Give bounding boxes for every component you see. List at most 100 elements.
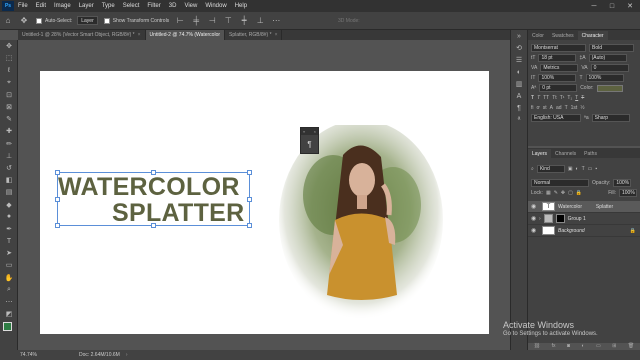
menu-3d[interactable]: 3D [165, 3, 181, 9]
lock-move-icon[interactable]: ✥ [561, 190, 565, 196]
mask-icon[interactable]: ◙ [567, 343, 570, 350]
collapse-icon[interactable]: « [303, 129, 305, 134]
transform-handle[interactable] [151, 170, 156, 175]
opentype-stylistic[interactable]: ad [556, 105, 562, 111]
lock-paint-icon[interactable]: ✎ [554, 190, 558, 196]
default-colors-icon[interactable]: ◩ [0, 308, 18, 320]
tab-untitled-2[interactable]: Untitled-2 @ 74.7% (Watercolor [145, 30, 226, 40]
new-layer-icon[interactable]: ⊞ [612, 343, 616, 350]
zoom-tool-icon[interactable]: ⌕ [0, 284, 18, 296]
layer-row[interactable]: ◉ › Group 1 [528, 213, 640, 225]
menu-edit[interactable]: Edit [32, 3, 50, 9]
marquee-tool-icon[interactable]: ⬚ [0, 52, 18, 64]
tab-channels[interactable]: Channels [551, 149, 580, 158]
align-middle-icon[interactable]: ┿ [239, 16, 249, 26]
eye-icon[interactable]: ◉ [531, 227, 539, 234]
lasso-tool-icon[interactable]: ℓ [0, 64, 18, 76]
paragraph-icon[interactable]: ¶ [301, 135, 318, 153]
transform-bounding-box[interactable] [55, 170, 252, 228]
frame-tool-icon[interactable]: ⊠ [0, 101, 18, 113]
foreground-color[interactable] [3, 322, 12, 332]
filter-type-icon[interactable]: T [582, 166, 585, 172]
transform-handle[interactable] [247, 197, 252, 202]
crop-tool-icon[interactable]: ⊡ [0, 89, 18, 101]
align-center-icon[interactable]: ╪ [191, 16, 201, 26]
horizontal-scale-field[interactable]: 100% [585, 74, 624, 82]
opentype-alternates[interactable]: ơ [537, 105, 540, 111]
eye-icon[interactable]: ◉ [531, 215, 539, 222]
menu-file[interactable]: File [14, 3, 32, 9]
transform-handle[interactable] [55, 223, 60, 228]
type-style-faux-italic[interactable]: T [537, 95, 540, 101]
opentype-fractions[interactable]: ½ [580, 105, 584, 111]
auto-select-checkbox[interactable] [36, 17, 42, 24]
vertical-scale-field[interactable]: 100% [538, 74, 577, 82]
align-top-icon[interactable]: ⊤ [223, 16, 233, 26]
blur-tool-icon[interactable]: ◆ [0, 198, 18, 210]
eye-icon[interactable]: ◉ [531, 203, 539, 210]
opentype-titling[interactable]: T [565, 105, 568, 111]
type-tool-icon[interactable]: T [0, 235, 18, 247]
move-tool-icon[interactable]: ✥ [19, 16, 29, 26]
menu-type[interactable]: Type [98, 3, 119, 9]
language-select[interactable]: English: USA [531, 114, 581, 122]
transform-handle[interactable] [55, 170, 60, 175]
menu-window[interactable]: Window [201, 3, 230, 9]
filter-shape-icon[interactable]: ▭ [588, 166, 593, 172]
link-icon[interactable]: ⛓ [534, 343, 540, 350]
history-icon[interactable]: ⟲ [511, 42, 527, 54]
kerning-field[interactable]: Metrics [540, 64, 579, 72]
layer-row[interactable]: ◉ T Watercolor Splatter [528, 201, 640, 213]
doc-size[interactable]: Doc: 2.64M/10.6M [79, 352, 120, 358]
opentype-swash[interactable]: A [550, 105, 553, 111]
font-style-select[interactable]: Bold [589, 44, 634, 52]
transform-handle[interactable] [247, 223, 252, 228]
glyphs-icon[interactable]: ª [511, 114, 527, 126]
layer-filter-select[interactable]: Kind [536, 165, 565, 173]
font-size-field[interactable]: 18 pt [538, 54, 577, 62]
properties-icon[interactable]: ☰ [511, 54, 527, 66]
menu-filter[interactable]: Filter [143, 3, 164, 9]
brush-tool-icon[interactable]: ✏ [0, 138, 18, 150]
close-window-button[interactable]: ✕ [622, 0, 638, 12]
healing-brush-icon[interactable]: ✚ [0, 125, 18, 137]
opentype-ordinals[interactable]: 1st [571, 105, 578, 111]
anti-alias-select[interactable]: Sharp [591, 114, 630, 122]
status-expand-icon[interactable]: › [126, 352, 128, 358]
menu-help[interactable]: Help [231, 3, 251, 9]
transform-handle[interactable] [247, 170, 252, 175]
eyedropper-icon[interactable]: ✎ [0, 113, 18, 125]
tab-untitled-1[interactable]: Untitled-1 @ 28% (Vector Smart Object, R… [18, 30, 146, 40]
home-icon[interactable]: ⌂ [3, 16, 13, 26]
maximize-button[interactable]: □ [604, 0, 620, 12]
tab-swatches[interactable]: Swatches [548, 31, 578, 40]
type-style-faux-bold[interactable]: T [531, 95, 534, 101]
adjustment-icon[interactable]: ◐ [581, 343, 584, 350]
close-icon[interactable]: × [314, 129, 316, 134]
align-right-icon[interactable]: ⊣ [207, 16, 217, 26]
filter-smart-icon[interactable]: ▪ [595, 166, 597, 172]
lock-all-icon[interactable]: 🔒 [576, 190, 582, 196]
pen-tool-icon[interactable]: ✒ [0, 223, 18, 235]
tab-layers[interactable]: Layers [528, 149, 552, 158]
menu-image[interactable]: Image [50, 3, 75, 9]
libraries-icon[interactable]: ▥ [511, 78, 527, 90]
clone-stamp-icon[interactable]: ⊥ [0, 150, 18, 162]
expand-group-icon[interactable]: › [539, 216, 541, 222]
more-options-icon[interactable]: ⋯ [271, 16, 281, 26]
transform-handle[interactable] [151, 223, 156, 228]
align-left-icon[interactable]: ⊢ [175, 16, 185, 26]
type-style-subscript[interactable]: T₁ [567, 95, 572, 101]
type-style-all-caps[interactable]: TT [543, 95, 549, 101]
history-brush-icon[interactable]: ↺ [0, 162, 18, 174]
lock-pixels-icon[interactable]: ▦ [546, 190, 551, 196]
font-family-select[interactable]: Montserrat [531, 44, 586, 52]
transform-handle[interactable] [55, 197, 60, 202]
tab-character[interactable]: Character [577, 31, 608, 40]
fill-field[interactable]: 100% [619, 189, 637, 197]
lock-artboard-icon[interactable]: ▢ [568, 190, 573, 196]
eraser-icon[interactable]: ◧ [0, 174, 18, 186]
hand-tool-icon[interactable]: ✋ [0, 272, 18, 284]
show-transform-checkbox[interactable] [103, 17, 110, 24]
type-style-small-caps[interactable]: Tt [552, 95, 556, 101]
